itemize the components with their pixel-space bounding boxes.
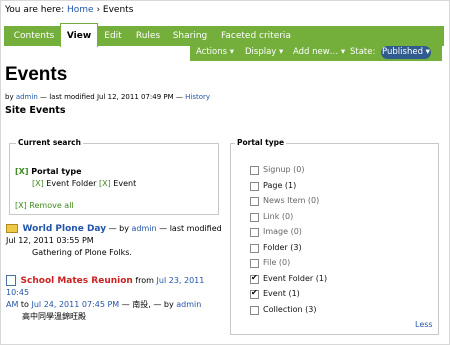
- checkbox[interactable]: [250, 305, 259, 315]
- result-title-link[interactable]: World Plone Day: [23, 224, 107, 234]
- result-title-link[interactable]: School Mates Reunion: [21, 276, 133, 286]
- remove-all-label: Remove all: [29, 201, 74, 210]
- remove-portal-type-button[interactable]: [X]: [15, 167, 28, 176]
- tab-view[interactable]: View: [60, 23, 98, 47]
- checkbox[interactable]: [250, 259, 259, 268]
- state-label: State:: [350, 47, 376, 57]
- remove-all-button[interactable]: [X] Remove all: [15, 201, 74, 210]
- portal-type-option-label: Event Folder (1): [263, 273, 328, 283]
- checkbox[interactable]: [250, 243, 259, 253]
- checkbox[interactable]: [250, 212, 259, 222]
- result-meta-modified: — last modified: [159, 224, 222, 233]
- checkbox[interactable]: [250, 273, 259, 284]
- tab-faceted-criteria[interactable]: Faceted criteria: [216, 26, 296, 46]
- less-link[interactable]: Less: [415, 320, 433, 329]
- checkbox[interactable]: [250, 197, 259, 206]
- event-icon: [6, 275, 16, 286]
- current-search-values: [X] Event Folder [X] Event: [32, 179, 136, 188]
- result-item: World Plone Day — by admin — last modifi…: [6, 223, 228, 259]
- portal-type-widget: Portal type: [230, 138, 439, 335]
- byline-by: by: [5, 93, 14, 101]
- document-byline: by admin — last modified Jul 12, 2011 07…: [5, 93, 210, 101]
- action-bar: Actions ▾ Display ▾ Add new… ▾ State: Pu…: [190, 44, 442, 61]
- result-item: School Mates Reunion from Jul 23, 2011 1…: [6, 275, 228, 323]
- folder-icon: [6, 224, 18, 233]
- result-date: Jul 12, 2011 03:55 PM: [6, 236, 94, 245]
- portal-type-option-label: Folder (3): [263, 242, 302, 252]
- breadcrumb: You are here: Home › Events: [5, 5, 133, 15]
- checkbox[interactable]: [250, 228, 259, 237]
- portal-type-option-label: Collection (3): [263, 304, 317, 314]
- current-search-portal-type: [X] Portal type: [15, 167, 82, 176]
- value-event: Event: [113, 179, 137, 188]
- history-link[interactable]: History: [185, 93, 210, 101]
- breadcrumb-prefix: You are here:: [5, 5, 65, 15]
- result-to: to: [20, 300, 29, 309]
- remove-all-x: [X]: [15, 201, 27, 210]
- current-search-widget: Current search [X] Portal type [X] Event…: [9, 138, 219, 215]
- breadcrumb-separator: ›: [96, 5, 101, 15]
- result-from: from: [135, 276, 154, 285]
- add-new-menu[interactable]: Add new… ▾: [293, 44, 345, 61]
- portal-type-option-label: Image (0): [263, 227, 302, 236]
- result-meta: — by: [108, 224, 129, 233]
- remove-event-folder-button[interactable]: [X]: [32, 179, 44, 188]
- page-description: Site Events: [5, 105, 66, 116]
- remove-event-button[interactable]: [X]: [99, 179, 111, 188]
- checkbox[interactable]: [250, 166, 259, 175]
- result-description: 高中同學溫錦旺殿: [22, 312, 86, 321]
- checkbox[interactable]: [250, 288, 259, 299]
- event-start-ampm[interactable]: AM: [6, 300, 18, 309]
- event-end-date[interactable]: Jul 24, 2011 07:45 PM: [32, 300, 120, 309]
- portal-type-option-label: Event (1): [263, 289, 300, 298]
- result-author-link[interactable]: admin: [132, 224, 157, 233]
- result-author-link[interactable]: admin: [176, 300, 201, 309]
- current-search-legend: Current search: [16, 138, 83, 147]
- portal-type-option-label: News Item (0): [263, 196, 320, 205]
- tab-contents[interactable]: Contents: [10, 26, 58, 46]
- result-description: Gathering of Plone Folks.: [32, 248, 132, 257]
- portal-type-option-label: Signup (0): [263, 165, 305, 174]
- portal-type-option-label: File (0): [263, 258, 291, 267]
- breadcrumb-home-link[interactable]: Home: [67, 5, 94, 15]
- value-event-folder: Event Folder: [46, 179, 97, 188]
- state-menu[interactable]: Published ▾: [381, 46, 431, 59]
- tab-sharing[interactable]: Sharing: [168, 26, 212, 46]
- portal-type-option-label: Page (1): [263, 180, 297, 190]
- portal-type-option-label: Link (0): [263, 211, 294, 221]
- checkbox[interactable]: [250, 181, 259, 191]
- portal-type-legend: Portal type: [235, 138, 287, 147]
- portal-type-criteria-label: Portal type: [31, 167, 82, 176]
- author-link[interactable]: admin: [16, 93, 38, 101]
- breadcrumb-current: Events: [102, 5, 134, 15]
- byline-modified: — last modified Jul 12, 2011 07:49 PM —: [40, 93, 183, 101]
- display-menu[interactable]: Display ▾: [245, 44, 283, 61]
- tab-edit[interactable]: Edit: [98, 26, 128, 46]
- page-title: Events: [5, 64, 68, 85]
- tab-rules[interactable]: Rules: [132, 26, 164, 46]
- content-tabs: Contents View Edit Rules Sharing Faceted…: [4, 23, 444, 47]
- actions-menu[interactable]: Actions ▾: [196, 44, 234, 61]
- event-location: — 南投, — by: [121, 300, 174, 309]
